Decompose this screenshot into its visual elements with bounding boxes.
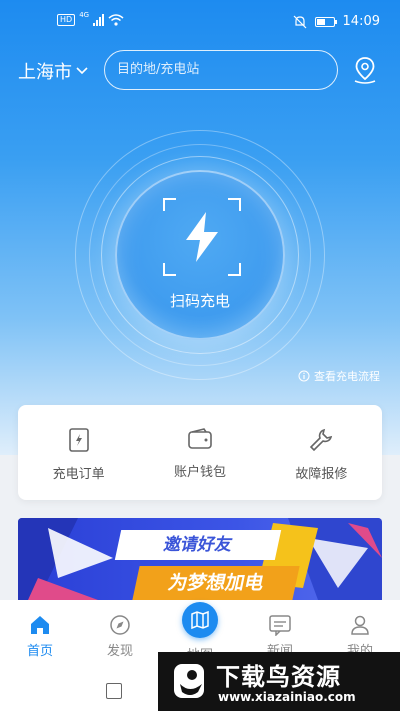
city-label: 上海市: [18, 62, 72, 83]
wrench-icon: [310, 428, 333, 452]
scan-label: 扫码充电: [169, 292, 230, 310]
scan-charge-button[interactable]: 扫码充电: [115, 170, 285, 340]
nav-discover-label: 发现: [106, 644, 133, 659]
user-icon: [351, 615, 369, 635]
nav-home-label: 首页: [26, 644, 53, 659]
news-icon: [269, 615, 291, 636]
nav-map-button[interactable]: [182, 602, 218, 638]
status-left: HD 4G: [57, 11, 124, 26]
account-wallet-button[interactable]: 账户钱包: [139, 405, 260, 500]
signal-icon: [93, 14, 105, 26]
charging-orders-label: 充电订单: [52, 467, 105, 482]
banner-title-charge: 为梦想加电: [132, 566, 300, 600]
lightning-icon: [186, 212, 218, 262]
battery-icon: [314, 16, 337, 27]
watermark: 下载鸟资源 www.xiazainiao.com: [158, 652, 400, 711]
charging-flow-label: 查看充电流程: [314, 370, 380, 383]
invite-banner[interactable]: 邀请好友 为梦想加电: [18, 518, 382, 600]
fault-repair-button[interactable]: 故障报修: [261, 405, 382, 500]
hd-badge: HD: [57, 14, 76, 26]
bird-logo-icon: [174, 664, 204, 698]
charging-orders-button[interactable]: 充电订单: [18, 405, 139, 500]
nav-discover[interactable]: 发现: [90, 614, 150, 659]
system-recent-apps-button[interactable]: [106, 683, 122, 699]
status-right: 14:09: [293, 14, 380, 29]
status-bar: HD 4G 14:09: [0, 0, 400, 44]
status-time: 14:09: [342, 14, 380, 29]
watermark-url: www.xiazainiao.com: [218, 690, 356, 704]
info-icon: [298, 370, 310, 382]
watermark-title: 下载鸟资源: [216, 663, 341, 691]
fault-repair-label: 故障报修: [295, 467, 348, 482]
mute-bell-icon: [293, 15, 306, 28]
city-selector[interactable]: 上海市: [18, 58, 88, 84]
compass-icon: [110, 615, 130, 635]
charging-flow-link[interactable]: 查看充电流程: [298, 368, 380, 384]
scan-area: 扫码充电: [75, 130, 325, 380]
network-type: 4G: [79, 11, 90, 19]
banner-title-invite: 邀请好友: [114, 530, 282, 560]
nav-home[interactable]: 首页: [10, 614, 70, 659]
search-input[interactable]: 目的地/充电站: [104, 50, 338, 90]
account-wallet-label: 账户钱包: [173, 465, 226, 480]
map-icon: [191, 610, 209, 630]
order-icon: [68, 428, 89, 452]
wifi-icon: [108, 14, 124, 26]
wallet-icon: [188, 428, 212, 449]
chevron-down-icon: [76, 67, 88, 75]
quick-actions-card: 充电订单 账户钱包 故障报修: [18, 405, 382, 500]
home-icon: [31, 616, 49, 634]
location-pin-icon[interactable]: [352, 56, 378, 84]
